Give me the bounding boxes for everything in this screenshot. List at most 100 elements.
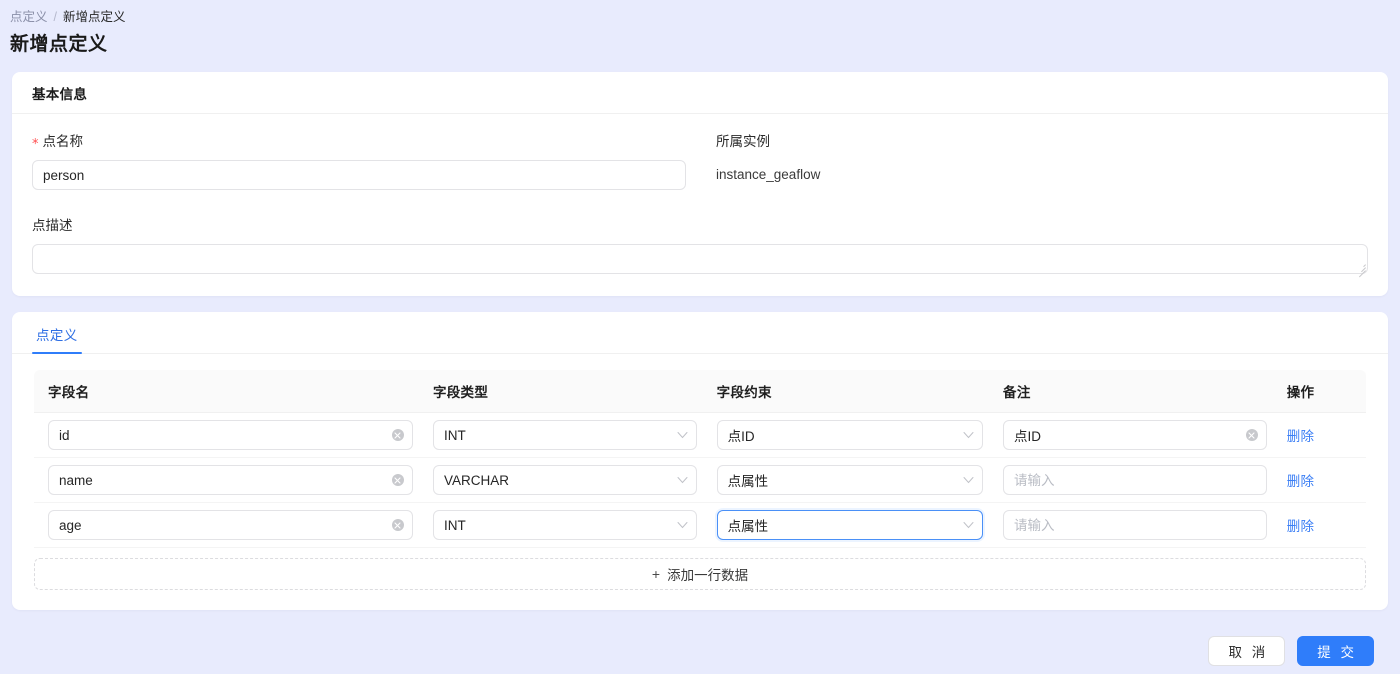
fields-table-wrap: 字段名 字段类型 字段约束 备注 操作 id INT 点ID 点ID 删除 na… — [12, 354, 1388, 610]
field-type-value: INT — [443, 427, 466, 443]
field-type-value: VARCHAR — [443, 472, 509, 488]
clear-icon[interactable] — [391, 429, 404, 441]
plus-icon: + — [651, 566, 661, 582]
column-header-field-constraint: 字段约束 — [706, 370, 994, 413]
field-constraint-value: 点ID — [727, 429, 755, 444]
point-name-field-group: * 点名称 — [32, 132, 700, 190]
field-name-input-wrap — [48, 465, 413, 495]
field-name-input-wrap — [48, 510, 413, 540]
basic-info-card: 基本信息 * 点名称 所属实例 instance_geaflow — [12, 72, 1388, 296]
cell-field-constraint: 点属性 — [706, 457, 994, 503]
point-name-label-text: 点名称 — [42, 134, 84, 149]
description-field-group: 点描述 — [32, 216, 1368, 278]
remark-input-wrap — [1003, 420, 1267, 450]
point-definition-card: 点定义 字段名 字段类型 字段约束 备注 操作 id INT 点ID 点ID 删… — [12, 312, 1388, 610]
basic-info-title: 基本信息 — [32, 86, 88, 102]
clear-icon[interactable] — [391, 474, 404, 486]
fields-table-body: INT 点ID — [34, 412, 1366, 548]
remark-input[interactable] — [1003, 465, 1267, 495]
cell-field-name — [34, 502, 423, 548]
required-asterisk-icon: * — [32, 136, 39, 152]
description-textarea[interactable] — [32, 244, 1368, 274]
field-name-input[interactable] — [48, 420, 413, 450]
delete-row-link[interactable]: 删除 — [1287, 519, 1315, 534]
instance-value: instance_geaflow — [716, 167, 821, 182]
cell-field-type: VARCHAR — [422, 457, 707, 503]
cell-field-name — [34, 457, 423, 503]
cell-field-constraint: 点ID — [706, 412, 994, 458]
breadcrumb-current: 新增点定义 — [63, 10, 126, 24]
column-header-field-name: 字段名 — [34, 370, 423, 413]
field-constraint-value: 点属性 — [727, 519, 769, 534]
basic-info-body: * 点名称 所属实例 instance_geaflow 点描述 — [12, 114, 1388, 296]
instance-label: 所属实例 — [716, 132, 1368, 152]
table-header-row: 字段名 字段类型 字段约束 备注 操作 — [34, 370, 1366, 413]
cell-operation: 删除 — [1276, 412, 1366, 458]
instance-label-text: 所属实例 — [716, 134, 770, 149]
submit-button[interactable]: 提 交 — [1297, 636, 1374, 666]
page-title: 新增点定义 — [10, 34, 108, 55]
basic-info-row-1: * 点名称 所属实例 instance_geaflow — [32, 132, 1368, 190]
chevron-down-icon — [963, 522, 974, 529]
cell-field-constraint: 点属性 — [706, 502, 994, 548]
clear-icon[interactable] — [1245, 429, 1258, 441]
table-row: INT 点ID — [34, 412, 1366, 458]
clear-icon[interactable] — [391, 519, 404, 531]
table-row: VARCHAR 点属性 — [34, 457, 1366, 503]
cell-operation: 删除 — [1276, 457, 1366, 503]
delete-row-link[interactable]: 删除 — [1287, 474, 1315, 489]
basic-info-header: 基本信息 — [12, 72, 1388, 114]
cell-operation: 删除 — [1276, 502, 1366, 548]
tab-point-definition-label: 点定义 — [36, 328, 78, 343]
chevron-down-icon — [677, 477, 688, 484]
add-row-button[interactable]: + 添加一行数据 — [34, 558, 1366, 590]
remark-input-wrap — [1003, 510, 1267, 540]
field-constraint-select[interactable]: 点属性 — [716, 510, 984, 540]
fields-table: 字段名 字段类型 字段约束 备注 操作 id INT 点ID 点ID 删除 na… — [34, 370, 1366, 548]
point-name-input-wrap — [32, 160, 686, 190]
remark-input[interactable] — [1003, 510, 1267, 540]
field-type-value: INT — [443, 517, 466, 533]
field-type-select[interactable]: INT — [432, 420, 697, 450]
description-label: 点描述 — [32, 216, 1368, 236]
table-row: INT 点属性 — [34, 502, 1366, 548]
field-name-input-wrap — [48, 420, 413, 450]
field-name-input[interactable] — [48, 465, 413, 495]
remark-input[interactable] — [1003, 420, 1267, 450]
remark-input-wrap — [1003, 465, 1267, 495]
delete-row-link[interactable]: 删除 — [1287, 429, 1315, 444]
breadcrumb: 点定义 / 新增点定义 — [0, 0, 1400, 25]
chevron-down-icon — [963, 477, 974, 484]
cell-field-name — [34, 412, 423, 458]
column-header-remark: 备注 — [993, 370, 1277, 413]
cancel-button[interactable]: 取 消 — [1208, 636, 1286, 666]
field-constraint-select[interactable]: 点属性 — [716, 465, 984, 495]
chevron-down-icon — [677, 522, 688, 529]
column-header-operation: 操作 — [1276, 370, 1366, 413]
form-footer: 取 消 提 交 — [0, 628, 1400, 674]
field-name-input[interactable] — [48, 510, 413, 540]
cell-remark — [993, 412, 1277, 458]
chevron-down-icon — [677, 432, 688, 439]
cell-remark — [993, 457, 1277, 503]
point-name-label: * 点名称 — [32, 132, 686, 152]
field-type-select[interactable]: INT — [432, 510, 697, 540]
cell-remark — [993, 502, 1277, 548]
breadcrumb-separator: / — [53, 10, 57, 24]
breadcrumb-link-parent[interactable]: 点定义 — [10, 9, 48, 25]
field-type-select[interactable]: VARCHAR — [432, 465, 697, 495]
cell-field-type: INT — [422, 502, 707, 548]
description-textarea-wrap — [32, 244, 1368, 278]
tab-point-definition[interactable]: 点定义 — [32, 324, 82, 354]
point-name-input[interactable] — [32, 160, 686, 190]
chevron-down-icon — [963, 432, 974, 439]
cell-field-type: INT — [422, 412, 707, 458]
field-constraint-select[interactable]: 点ID — [716, 420, 984, 450]
definition-tabs: 点定义 — [12, 312, 1388, 354]
description-label-text: 点描述 — [32, 218, 73, 233]
instance-field-group: 所属实例 instance_geaflow — [700, 132, 1368, 190]
fields-table-head: 字段名 字段类型 字段约束 备注 操作 — [34, 370, 1366, 413]
add-row-label: 添加一行数据 — [667, 568, 749, 583]
column-header-field-type: 字段类型 — [422, 370, 707, 413]
field-constraint-value: 点属性 — [727, 474, 769, 489]
